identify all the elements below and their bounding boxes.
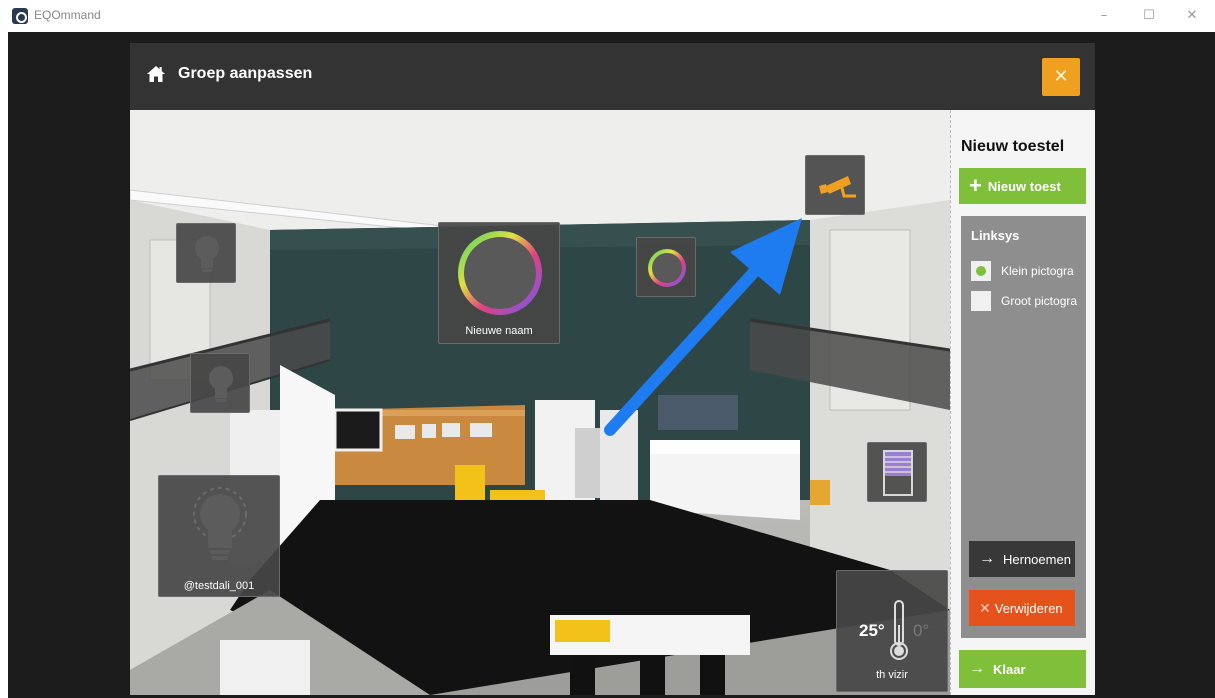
option-label: Klein pictogra xyxy=(1001,264,1074,278)
setpoint-temperature: 0° xyxy=(913,621,930,640)
new-device-panel: Nieuw toestel + Nieuw toest Linksys Klei… xyxy=(950,110,1095,695)
close-window-button[interactable]: ✕ xyxy=(1172,4,1212,28)
home-icon xyxy=(147,66,165,82)
color-wheel-icon xyxy=(648,249,686,287)
device-color-small[interactable] xyxy=(636,237,696,297)
rename-button[interactable]: → Hernoemen xyxy=(969,541,1075,577)
dialog-header: Groep aanpassen ✕ xyxy=(130,43,1095,110)
radio-small-icon[interactable] xyxy=(971,261,991,281)
device-color-large[interactable]: Nieuwe naam xyxy=(438,222,560,344)
maximize-button[interactable]: ☐ xyxy=(1129,4,1169,28)
room-photo[interactable]: @testdali_001 Nieuwe naam 25° 0° th vizi… xyxy=(130,110,950,695)
device-shutter[interactable] xyxy=(867,442,927,502)
minimize-button[interactable]: – xyxy=(1084,4,1124,28)
done-button[interactable]: → Klaar xyxy=(959,650,1086,688)
device-label: th vizir xyxy=(876,669,908,681)
device-bulb-large[interactable]: @testdali_001 xyxy=(158,475,280,597)
radio-large-icon[interactable] xyxy=(971,291,991,311)
dialog-title: Groep aanpassen xyxy=(178,65,313,82)
arrow-right-icon: → xyxy=(979,550,995,567)
option-small-icon[interactable]: Klein pictogra xyxy=(971,261,1074,281)
option-large-icon[interactable]: Groot pictogra xyxy=(971,291,1077,311)
window-edge xyxy=(0,32,8,698)
device-thermostat[interactable]: 25° 0° th vizir xyxy=(836,570,948,692)
shutter-icon xyxy=(883,450,913,496)
app-title: EQOmmand xyxy=(34,8,101,22)
dialog-close-button[interactable]: ✕ xyxy=(1042,58,1080,96)
panel-title: Nieuw toestel xyxy=(961,138,1065,155)
rename-button-label: Hernoemen xyxy=(1003,551,1071,567)
option-label: Groot pictogra xyxy=(1001,294,1078,308)
close-icon: ✕ xyxy=(979,599,991,616)
new-device-button-label: Nieuw toest xyxy=(987,178,1061,194)
group-title: Linksys xyxy=(971,228,1020,243)
current-temperature: 25° xyxy=(859,621,885,640)
arrow-right-icon: → xyxy=(969,660,985,677)
delete-button-label: Verwijderen xyxy=(994,600,1063,616)
color-wheel-icon xyxy=(458,231,542,315)
plus-icon: + xyxy=(969,173,982,198)
lightbulb-icon xyxy=(195,236,219,272)
lightbulb-icon xyxy=(193,487,247,560)
lightbulb-icon xyxy=(209,366,233,402)
device-label: @testdali_001 xyxy=(183,580,255,592)
edit-group-dialog: Groep aanpassen ✕ @testdali_001 Nieuwe n… xyxy=(130,43,1095,695)
done-button-label: Klaar xyxy=(993,661,1026,677)
device-camera[interactable] xyxy=(805,155,865,215)
delete-button[interactable]: ✕ Verwijderen xyxy=(969,590,1075,626)
device-label: Nieuwe naam xyxy=(465,325,533,337)
camera-icon xyxy=(819,176,856,198)
new-device-button[interactable]: + Nieuw toest xyxy=(959,168,1086,204)
device-bulb-top[interactable] xyxy=(176,223,236,283)
thermometer-icon xyxy=(890,600,908,660)
app-logo-icon xyxy=(12,8,28,24)
device-bulb-mid[interactable] xyxy=(190,353,250,413)
window-titlebar: EQOmmand – ☐ ✕ xyxy=(0,0,1215,32)
